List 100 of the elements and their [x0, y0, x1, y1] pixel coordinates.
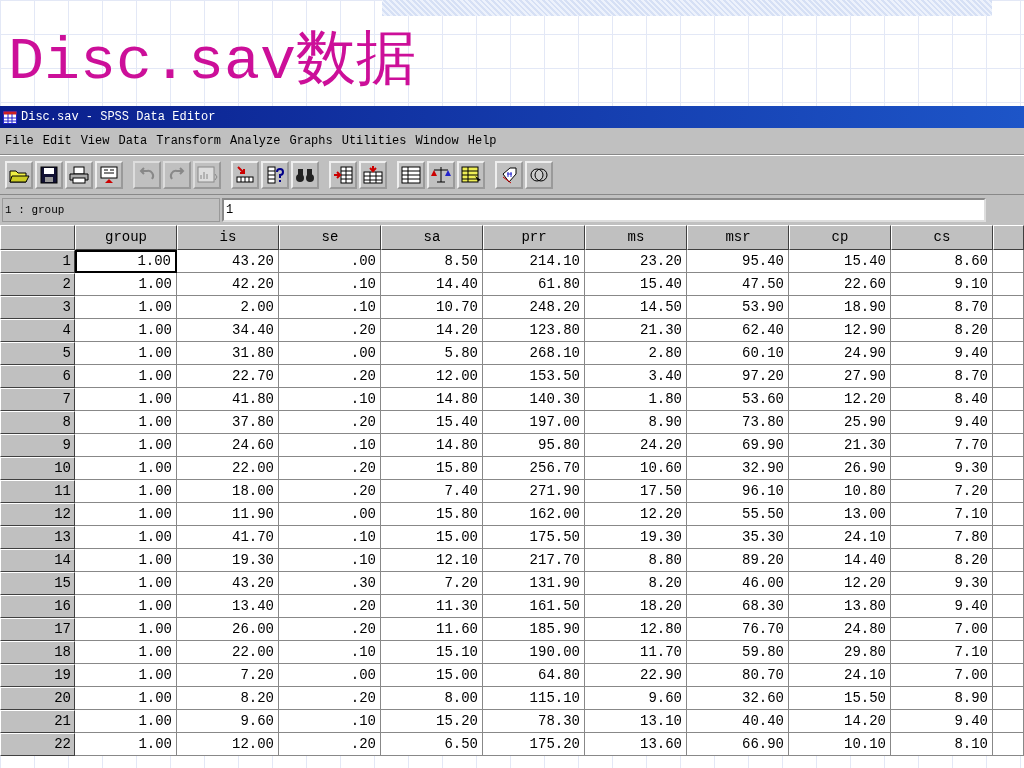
table-cell[interactable]: 7.70 — [891, 434, 993, 457]
table-cell[interactable] — [993, 319, 1024, 342]
table-cell[interactable]: 12.00 — [381, 365, 483, 388]
table-cell[interactable]: 41.70 — [177, 526, 279, 549]
table-cell[interactable]: .10 — [279, 388, 381, 411]
table-cell[interactable]: .10 — [279, 273, 381, 296]
table-cell[interactable]: 35.30 — [687, 526, 789, 549]
row-header[interactable]: 4 — [0, 319, 75, 342]
toolbar-button[interactable] — [95, 161, 123, 189]
row-header[interactable]: 11 — [0, 480, 75, 503]
table-cell[interactable]: 8.70 — [891, 365, 993, 388]
table-cell[interactable] — [993, 710, 1024, 733]
table-cell[interactable]: 24.80 — [789, 618, 891, 641]
table-cell[interactable]: 43.20 — [177, 572, 279, 595]
table-cell[interactable]: 1.00 — [75, 572, 177, 595]
table-cell[interactable]: 11.70 — [585, 641, 687, 664]
table-cell[interactable]: 9.40 — [891, 595, 993, 618]
table-cell[interactable]: 1.00 — [75, 250, 177, 273]
table-cell[interactable]: 13.10 — [585, 710, 687, 733]
row-header[interactable]: 18 — [0, 641, 75, 664]
table-cell[interactable] — [993, 733, 1024, 756]
table-cell[interactable] — [993, 434, 1024, 457]
table-cell[interactable]: 97.20 — [687, 365, 789, 388]
row-header[interactable]: 20 — [0, 687, 75, 710]
table-cell[interactable]: 15.00 — [381, 664, 483, 687]
table-cell[interactable] — [993, 480, 1024, 503]
table-cell[interactable]: 12.20 — [789, 388, 891, 411]
table-cell[interactable] — [993, 641, 1024, 664]
table-cell[interactable]: 3.40 — [585, 365, 687, 388]
table-cell[interactable]: 21.30 — [585, 319, 687, 342]
column-header[interactable]: ms — [585, 225, 687, 250]
column-header[interactable]: is — [177, 225, 279, 250]
table-cell[interactable]: 10.70 — [381, 296, 483, 319]
table-cell[interactable]: 15.10 — [381, 641, 483, 664]
table-cell[interactable]: 12.90 — [789, 319, 891, 342]
table-cell[interactable]: 2.00 — [177, 296, 279, 319]
table-cell[interactable]: 1.00 — [75, 664, 177, 687]
toolbar-button[interactable] — [35, 161, 63, 189]
toolbar-button[interactable] — [5, 161, 33, 189]
table-cell[interactable]: 15.40 — [789, 250, 891, 273]
toolbar-button[interactable] — [261, 161, 289, 189]
table-cell[interactable]: 22.00 — [177, 641, 279, 664]
table-cell[interactable]: 9.30 — [891, 457, 993, 480]
table-cell[interactable]: .20 — [279, 411, 381, 434]
table-cell[interactable]: 9.40 — [891, 710, 993, 733]
table-cell[interactable]: 14.80 — [381, 388, 483, 411]
table-cell[interactable]: 21.30 — [789, 434, 891, 457]
table-cell[interactable]: 8.10 — [891, 733, 993, 756]
table-cell[interactable] — [993, 342, 1024, 365]
menu-item[interactable]: Window — [412, 134, 465, 148]
table-cell[interactable]: .20 — [279, 457, 381, 480]
table-cell[interactable]: 8.20 — [891, 549, 993, 572]
toolbar-button[interactable] — [65, 161, 93, 189]
table-cell[interactable]: 11.90 — [177, 503, 279, 526]
table-cell[interactable] — [993, 595, 1024, 618]
table-cell[interactable]: 1.00 — [75, 342, 177, 365]
row-header[interactable]: 1 — [0, 250, 75, 273]
table-cell[interactable]: 41.80 — [177, 388, 279, 411]
table-cell[interactable]: 12.80 — [585, 618, 687, 641]
table-cell[interactable]: 46.00 — [687, 572, 789, 595]
table-cell[interactable]: 7.00 — [891, 618, 993, 641]
table-cell[interactable]: 26.00 — [177, 618, 279, 641]
table-cell[interactable]: 24.10 — [789, 526, 891, 549]
table-cell[interactable]: 15.40 — [585, 273, 687, 296]
table-cell[interactable]: 53.90 — [687, 296, 789, 319]
table-cell[interactable]: 9.40 — [891, 411, 993, 434]
table-cell[interactable]: 15.50 — [789, 687, 891, 710]
column-header[interactable] — [993, 225, 1024, 250]
table-cell[interactable]: 1.00 — [75, 388, 177, 411]
table-cell[interactable]: 11.30 — [381, 595, 483, 618]
table-cell[interactable]: 12.20 — [789, 572, 891, 595]
table-cell[interactable]: 7.20 — [891, 480, 993, 503]
table-cell[interactable] — [993, 549, 1024, 572]
column-header[interactable]: se — [279, 225, 381, 250]
table-cell[interactable]: 73.80 — [687, 411, 789, 434]
table-cell[interactable]: 1.00 — [75, 710, 177, 733]
table-cell[interactable]: 14.20 — [789, 710, 891, 733]
table-cell[interactable]: .10 — [279, 710, 381, 733]
row-header[interactable]: 22 — [0, 733, 75, 756]
table-cell[interactable]: 8.60 — [891, 250, 993, 273]
table-cell[interactable]: 7.80 — [891, 526, 993, 549]
table-cell[interactable]: 27.90 — [789, 365, 891, 388]
row-header[interactable]: 19 — [0, 664, 75, 687]
table-cell[interactable]: .20 — [279, 595, 381, 618]
table-cell[interactable]: 1.00 — [75, 296, 177, 319]
row-header[interactable]: 13 — [0, 526, 75, 549]
table-cell[interactable]: 22.70 — [177, 365, 279, 388]
table-cell[interactable]: 1.00 — [75, 411, 177, 434]
menu-item[interactable]: Graphs — [286, 134, 339, 148]
table-cell[interactable]: 214.10 — [483, 250, 585, 273]
table-cell[interactable]: 8.40 — [891, 388, 993, 411]
table-cell[interactable]: 7.40 — [381, 480, 483, 503]
table-cell[interactable]: 7.10 — [891, 641, 993, 664]
table-cell[interactable] — [993, 411, 1024, 434]
table-cell[interactable]: 131.90 — [483, 572, 585, 595]
table-cell[interactable]: 69.90 — [687, 434, 789, 457]
table-cell[interactable]: 7.10 — [891, 503, 993, 526]
menu-item[interactable]: Edit — [39, 134, 78, 148]
table-cell[interactable]: 9.40 — [891, 342, 993, 365]
row-header[interactable]: 3 — [0, 296, 75, 319]
